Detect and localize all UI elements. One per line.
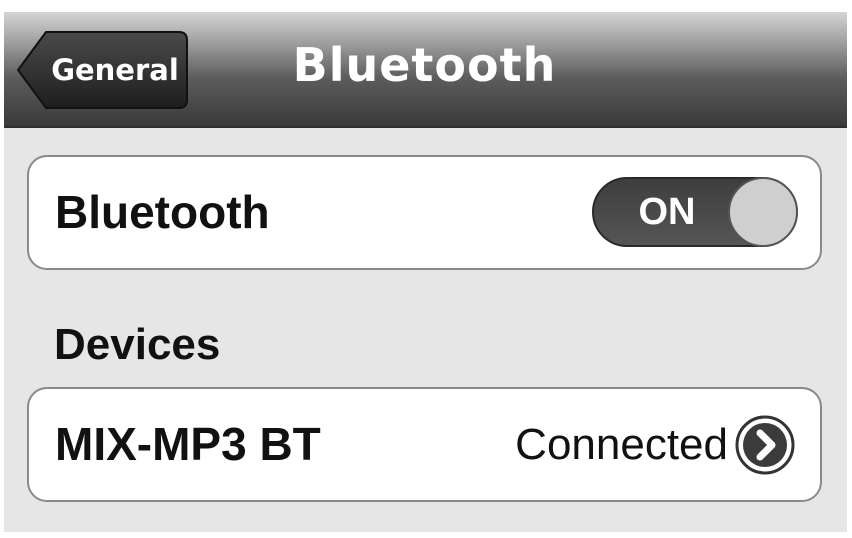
bluetooth-settings-group: Bluetooth ON (27, 155, 822, 270)
devices-section-header: Devices (54, 320, 221, 369)
bluetooth-row-label: Bluetooth (55, 186, 270, 238)
chevron-right-circle-icon[interactable] (735, 415, 795, 475)
page-title: Bluetooth (292, 38, 557, 92)
toggle-state-label: ON (638, 191, 696, 233)
devices-group: MIX-MP3 BT Connected (27, 387, 822, 502)
settings-screen: General Bluetooth Bluetooth ON Devices M… (4, 12, 847, 532)
navigation-bar: General Bluetooth (4, 12, 847, 128)
bluetooth-toggle[interactable]: ON (592, 177, 798, 247)
device-name: MIX-MP3 BT (55, 418, 321, 470)
device-status: Connected (515, 420, 728, 469)
toggle-knob (728, 177, 798, 247)
